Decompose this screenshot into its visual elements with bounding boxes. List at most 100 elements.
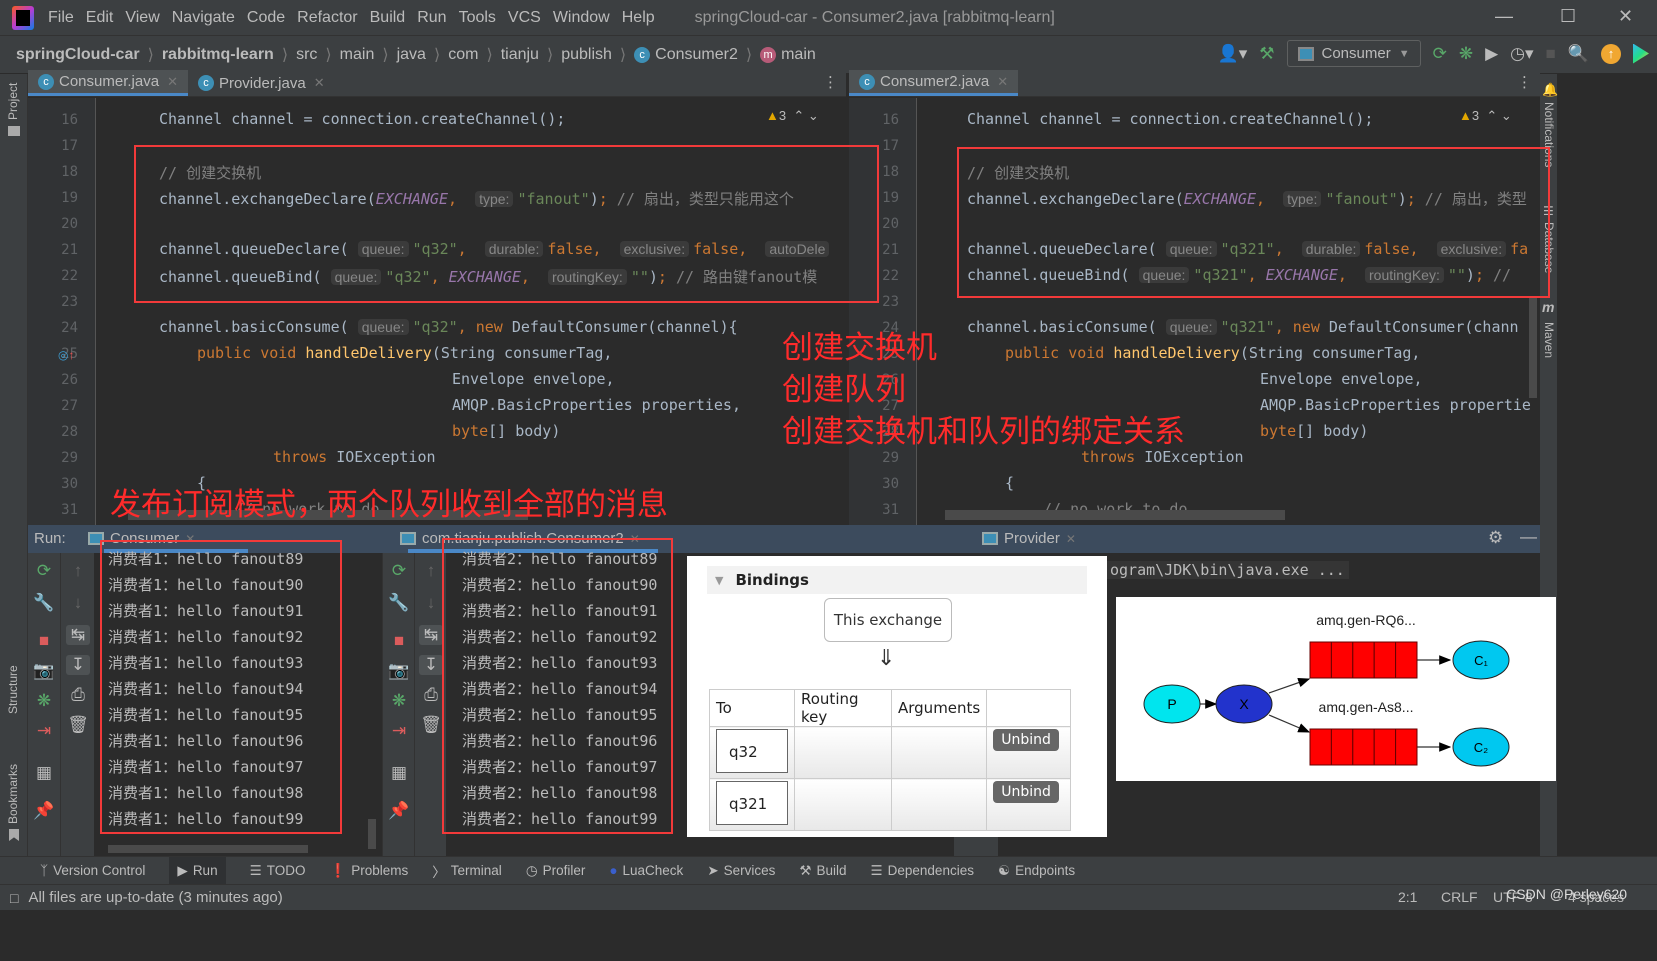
bindings-section-header[interactable]: ▼ Bindings	[707, 566, 1087, 594]
tool-dependencies[interactable]: ☰ Dependencies	[871, 857, 974, 884]
more-options-icon[interactable]: ⋮	[1517, 73, 1532, 91]
breadcrumb-item[interactable]: Consumer2	[655, 46, 738, 64]
up-arrow-icon[interactable]: ↑	[66, 561, 90, 581]
more-options-icon[interactable]: ⋮	[823, 73, 838, 91]
line-separator[interactable]: CRLF	[1441, 889, 1478, 905]
close-icon[interactable]: ✕	[1618, 6, 1633, 27]
queue-link[interactable]: q32	[716, 729, 788, 773]
scroll-to-end-icon[interactable]: ↧	[419, 655, 443, 675]
close-tab-icon[interactable]: ✕	[167, 74, 178, 90]
up-arrow-icon[interactable]: ↑	[419, 561, 443, 581]
stop-icon[interactable]: ■	[32, 631, 56, 651]
unbind-button[interactable]: Unbind	[993, 729, 1059, 751]
camera-icon[interactable]: 📷	[387, 661, 411, 681]
queue-link[interactable]: q321	[716, 781, 788, 825]
menu-edit[interactable]: Edit	[86, 9, 114, 27]
print-icon[interactable]: ⎙	[66, 685, 90, 705]
tool-version-control[interactable]: ᛉ Version Control	[40, 857, 145, 884]
pin-icon[interactable]: 📌	[32, 801, 56, 821]
menu-tools[interactable]: Tools	[459, 9, 496, 27]
trash-icon[interactable]: 🗑	[419, 715, 443, 735]
bookmarks-tool-button[interactable]: Bookmarks	[6, 764, 20, 824]
maven-tool-button[interactable]: Maven	[1542, 322, 1556, 358]
close-tab-icon[interactable]: ✕	[1066, 532, 1076, 546]
implements-marker-icon[interactable]: ◎↑	[58, 348, 74, 362]
breadcrumb-item[interactable]: com	[448, 46, 478, 64]
scroll-to-end-icon[interactable]: ↧	[66, 655, 90, 675]
soft-wrap-icon[interactable]: ↹	[419, 625, 443, 645]
project-tool-button[interactable]: Project	[6, 83, 20, 120]
tab-consumer2-java[interactable]: c Consumer2.java ✕	[849, 70, 1019, 96]
unbind-button[interactable]: Unbind	[993, 781, 1059, 803]
breadcrumb-item[interactable]: src	[296, 46, 317, 64]
tab-provider-java[interactable]: c Provider.java ✕	[188, 70, 335, 96]
settings-gear-icon[interactable]: ⚙	[1488, 528, 1503, 548]
menu-navigate[interactable]: Navigate	[172, 9, 235, 27]
menu-view[interactable]: View	[125, 9, 159, 27]
breadcrumb-item[interactable]: rabbitmq-learn	[162, 46, 274, 64]
down-arrow-icon[interactable]: ↓	[66, 593, 90, 613]
profile-icon[interactable]: ◷▾	[1510, 44, 1533, 64]
vertical-scrollbar[interactable]	[1529, 298, 1537, 398]
warnings-indicator[interactable]: ▲3 ⌃ ⌄	[766, 108, 819, 124]
update-icon[interactable]: ↑	[1601, 43, 1621, 64]
debug-export-icon[interactable]: ❋	[387, 691, 411, 711]
warnings-indicator[interactable]: ▲3 ⌃ ⌄	[1459, 108, 1512, 124]
tool-problems[interactable]: ❗ Problems	[329, 857, 408, 884]
maximize-icon[interactable]: ☐	[1560, 6, 1576, 27]
tool-services[interactable]: ➤ Services	[707, 857, 775, 884]
tool-profiler[interactable]: ◷ Profiler	[526, 857, 586, 884]
close-tab-icon[interactable]: ✕	[997, 74, 1008, 90]
breadcrumb-item[interactable]: main	[340, 46, 375, 64]
exit-icon[interactable]: ⇥	[387, 721, 411, 741]
menu-vcs[interactable]: VCS	[508, 9, 541, 27]
rerun-icon[interactable]: ⟳	[32, 561, 56, 581]
menu-code[interactable]: Code	[247, 9, 285, 27]
pin-icon[interactable]: 📌	[387, 801, 411, 821]
exit-icon[interactable]: ⇥	[32, 721, 56, 741]
hide-panel-icon[interactable]: —	[1520, 527, 1537, 547]
menu-build[interactable]: Build	[370, 9, 406, 27]
settings-wrench-icon[interactable]: 🔧	[387, 593, 411, 613]
menu-file[interactable]: File	[48, 9, 74, 27]
close-tab-icon[interactable]: ✕	[314, 75, 325, 91]
tool-luacheck[interactable]: ● LuaCheck	[609, 857, 683, 884]
breadcrumb-item[interactable]: publish	[561, 46, 612, 64]
horizontal-scrollbar[interactable]	[945, 510, 1285, 520]
breadcrumb-item[interactable]: springCloud-car	[16, 46, 140, 64]
coverage-icon[interactable]: ▶	[1485, 44, 1498, 64]
breadcrumb-item[interactable]: main	[781, 46, 816, 64]
cursor-position[interactable]: 2:1	[1398, 889, 1417, 905]
build-hammer-icon[interactable]: ⚒	[1259, 44, 1274, 64]
stop-icon[interactable]: ■	[387, 631, 411, 651]
menu-help[interactable]: Help	[622, 9, 655, 27]
down-arrow-icon[interactable]: ↓	[419, 593, 443, 613]
layout-icon[interactable]: ▦	[387, 763, 411, 783]
horizontal-scrollbar[interactable]	[108, 845, 308, 853]
layout-icon[interactable]: ▦	[32, 763, 56, 783]
minimize-icon[interactable]: —	[1495, 6, 1513, 27]
tool-terminal[interactable]: 〉 Terminal	[432, 857, 502, 884]
print-icon[interactable]: ⎙	[419, 685, 443, 705]
user-icon[interactable]: 👤▾	[1218, 44, 1248, 64]
debug-icon[interactable]: ❋	[1459, 44, 1473, 64]
menu-refactor[interactable]: Refactor	[297, 9, 357, 27]
camera-icon[interactable]: 📷	[32, 661, 56, 681]
breadcrumb-item[interactable]: tianju	[501, 46, 539, 64]
search-icon[interactable]: 🔍	[1568, 44, 1589, 64]
settings-wrench-icon[interactable]: 🔧	[32, 593, 56, 613]
menu-window[interactable]: Window	[553, 9, 610, 27]
trash-icon[interactable]: 🗑	[66, 715, 90, 735]
stop-icon[interactable]: ■	[1546, 44, 1556, 64]
tool-endpoints[interactable]: ☯ Endpoints	[998, 857, 1075, 884]
status-panel-icon[interactable]: □	[10, 890, 18, 906]
tool-todo[interactable]: ☰ TODO	[250, 857, 306, 884]
menu-run[interactable]: Run	[417, 9, 446, 27]
soft-wrap-icon[interactable]: ↹	[66, 625, 90, 645]
debug-export-icon[interactable]: ❋	[32, 691, 56, 711]
rerun-icon[interactable]: ⟳	[387, 561, 411, 581]
run-tab-provider[interactable]: Provider ✕	[982, 530, 1076, 547]
rerun-icon[interactable]: ⟳	[1433, 44, 1447, 64]
run-configuration-select[interactable]: Consumer ▼	[1286, 40, 1421, 67]
code-with-me-icon[interactable]	[1633, 43, 1649, 64]
